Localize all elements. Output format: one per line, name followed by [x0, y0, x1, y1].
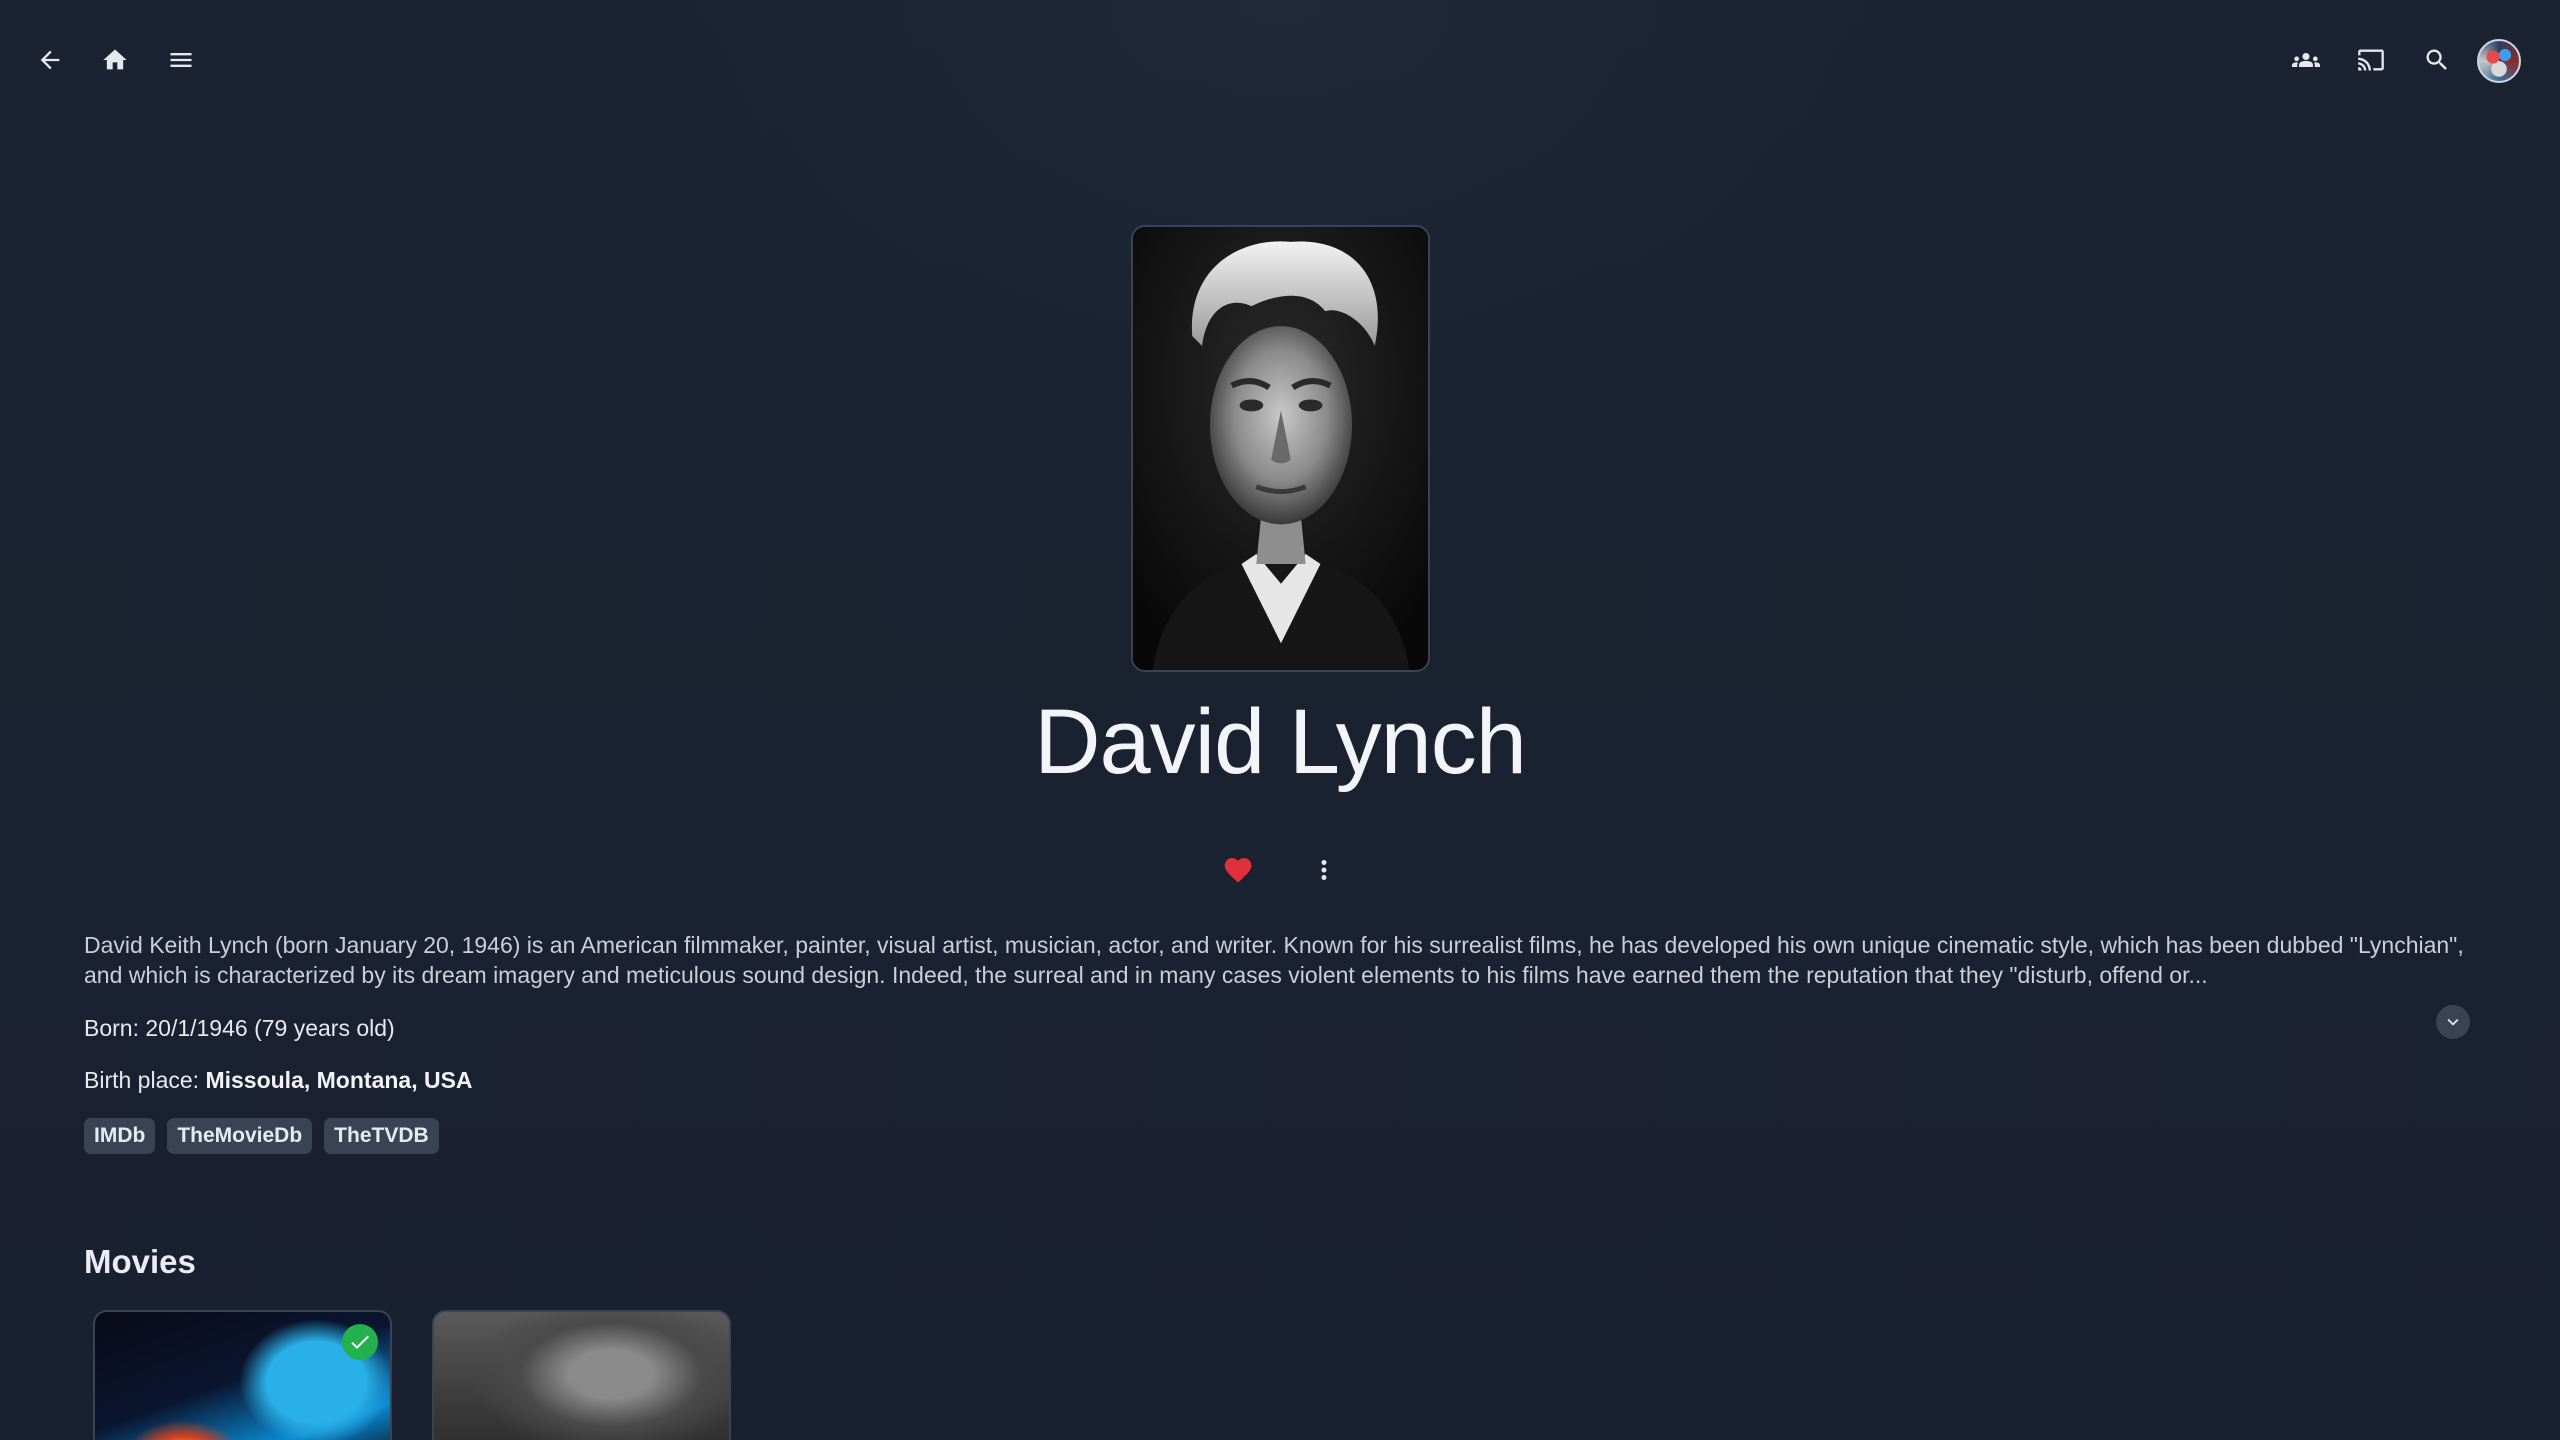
more-options-button[interactable]	[1300, 846, 1348, 894]
movie-card[interactable]	[93, 1310, 392, 1440]
top-bar	[0, 0, 2560, 120]
menu-icon	[170, 53, 192, 67]
check-icon	[351, 1335, 369, 1349]
home-button[interactable]	[91, 36, 139, 84]
watched-badge	[342, 1324, 378, 1360]
birth-place-info: Birth place: Missoula, Montana, USA	[84, 1067, 473, 1094]
person-name: David Lynch	[1034, 691, 1527, 793]
movie-card[interactable]	[432, 1310, 731, 1440]
born-info: Born: 20/1/1946 (79 years old)	[84, 1015, 395, 1041]
link-themoviedb[interactable]: TheMovieDb	[167, 1118, 313, 1154]
person-details-page: David Lynch David Keith Lynch (born Janu…	[0, 0, 2560, 1440]
link-imdb[interactable]: IMDb	[84, 1118, 156, 1154]
more-vertical-icon	[1321, 860, 1327, 880]
menu-button[interactable]	[157, 36, 205, 84]
external-links: IMDb TheMovieDb TheTVDB	[84, 1118, 439, 1154]
person-overview: David Keith Lynch (born January 20, 1946…	[84, 932, 2464, 988]
birth-place-label: Birth place:	[84, 1067, 206, 1093]
cast-button[interactable]	[2347, 36, 2395, 84]
person-actions	[0, 846, 2560, 894]
heart-icon	[1224, 858, 1252, 883]
search-icon	[2426, 49, 2447, 70]
person-portrait	[1131, 225, 1430, 672]
arrow-back-icon	[40, 50, 60, 70]
link-thetvdb[interactable]: TheTVDB	[324, 1118, 439, 1154]
birth-place-value: Missoula, Montana, USA	[205, 1067, 473, 1093]
portrait-image	[1133, 227, 1428, 670]
chevron-down-icon	[2447, 1018, 2459, 1026]
home-icon	[103, 49, 127, 70]
syncplay-button[interactable]	[2282, 36, 2330, 84]
back-button[interactable]	[26, 36, 74, 84]
expand-overview-button[interactable]	[2436, 1005, 2470, 1039]
users-icon	[2292, 53, 2320, 67]
movies-section-title: Movies	[84, 1243, 196, 1280]
search-button[interactable]	[2413, 36, 2461, 84]
user-avatar[interactable]	[2477, 39, 2521, 83]
cast-icon	[2358, 49, 2384, 71]
favorite-button[interactable]	[1214, 846, 1262, 894]
